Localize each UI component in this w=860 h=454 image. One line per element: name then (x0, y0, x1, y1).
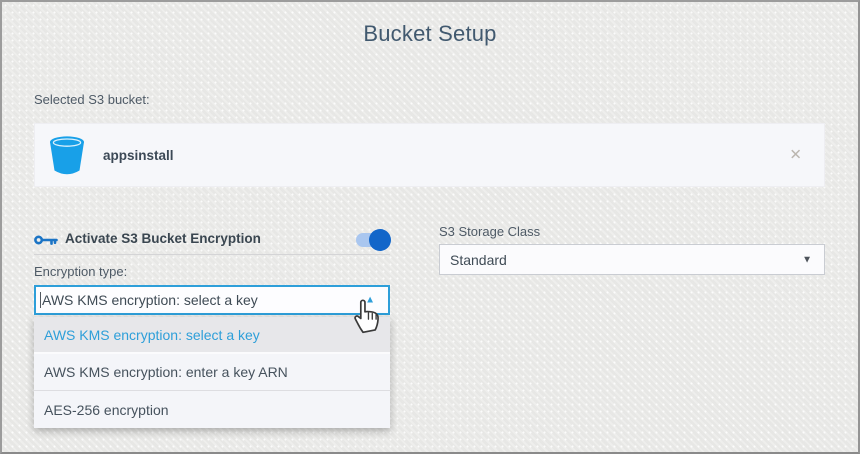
section-divider (34, 254, 390, 255)
page-title: Bucket Setup (2, 21, 858, 47)
text-caret (40, 292, 41, 308)
key-icon (34, 233, 58, 247)
s3-bucket-icon (48, 134, 86, 177)
storage-class-value: Standard (450, 252, 507, 268)
close-icon[interactable]: ✕ (789, 148, 802, 163)
selected-bucket-label: Selected S3 bucket: (34, 92, 150, 107)
option-aes-256[interactable]: AES-256 encryption (34, 391, 390, 428)
storage-class-select[interactable]: Standard ▼ (439, 244, 825, 275)
combobox-value: AWS KMS encryption: select a key (42, 292, 258, 308)
activate-encryption-label: Activate S3 Bucket Encryption (65, 231, 261, 246)
chevron-up-icon[interactable]: ▲ (365, 295, 375, 306)
option-kms-select-key[interactable]: AWS KMS encryption: select a key (34, 317, 390, 354)
encryption-type-label: Encryption type: (34, 264, 127, 279)
chevron-down-icon: ▼ (802, 254, 812, 265)
encryption-type-combobox[interactable]: AWS KMS encryption: select a key ▲ (34, 285, 390, 315)
encryption-type-options: AWS KMS encryption: select a key AWS KMS… (34, 317, 390, 428)
bucket-setup-dialog: Bucket Setup Selected S3 bucket: appsins… (0, 0, 860, 454)
selected-bucket-card: appsinstall ✕ (34, 123, 825, 187)
encryption-header-row: Activate S3 Bucket Encryption (34, 228, 390, 252)
option-kms-key-arn[interactable]: AWS KMS encryption: enter a key ARN (34, 354, 390, 391)
storage-class-label: S3 Storage Class (439, 224, 540, 239)
toggle-knob (369, 229, 391, 251)
bucket-name: appsinstall (103, 124, 174, 186)
encryption-toggle[interactable] (356, 228, 390, 251)
